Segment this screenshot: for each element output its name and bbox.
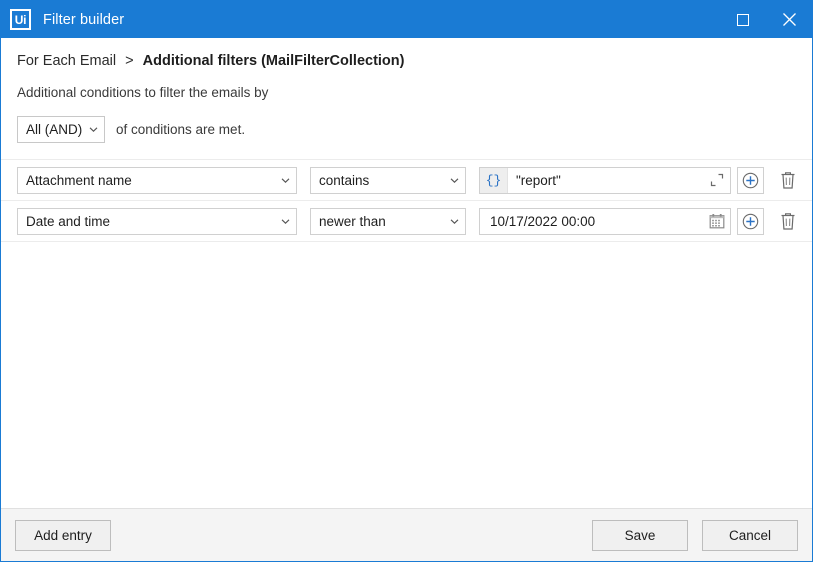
logic-operator-value: All (AND) xyxy=(26,122,83,137)
add-entry-button[interactable]: Add entry xyxy=(15,519,111,551)
condition-value-input[interactable]: {} "report" xyxy=(479,166,731,194)
logic-operator-row: All (AND) of conditions are met. xyxy=(17,116,812,143)
condition-value-input[interactable]: 10/17/2022 00:00 xyxy=(479,207,731,235)
window-title: Filter builder xyxy=(43,11,125,28)
trash-icon xyxy=(781,212,795,230)
condition-field-value: Date and time xyxy=(26,213,111,229)
filter-builder-window: Ui Filter builder For Each Email > Addit… xyxy=(0,0,813,562)
chevron-down-icon xyxy=(450,217,459,226)
condition-row: Attachment name contains {} "report" xyxy=(1,160,812,201)
save-button[interactable]: Save xyxy=(592,519,688,551)
add-condition-button[interactable] xyxy=(737,166,764,194)
logic-operator-caption: of conditions are met. xyxy=(116,122,246,137)
conditions-list: Attachment name contains {} "report" Dat… xyxy=(1,159,812,242)
condition-operator-value: newer than xyxy=(319,213,386,229)
expression-braces-icon: {} xyxy=(480,167,508,193)
delete-condition-button[interactable] xyxy=(773,167,803,194)
condition-field-value: Attachment name xyxy=(26,172,132,188)
condition-value-text: 10/17/2022 00:00 xyxy=(490,213,596,229)
condition-operator-value: contains xyxy=(319,172,370,188)
title-bar-buttons xyxy=(720,1,812,38)
maximize-icon xyxy=(737,13,749,26)
condition-row: Date and time newer than 10/17/2022 00:0… xyxy=(1,201,812,242)
maximize-button[interactable] xyxy=(720,1,766,38)
cancel-button[interactable]: Cancel xyxy=(702,519,798,551)
close-icon xyxy=(782,13,796,26)
chevron-down-icon xyxy=(281,176,290,185)
expand-icon[interactable] xyxy=(704,168,730,193)
breadcrumb-current: Additional filters (MailFilterCollection… xyxy=(142,53,405,69)
dialog-body: For Each Email > Additional filters (Mai… xyxy=(1,38,812,508)
trash-icon xyxy=(781,171,795,189)
close-button[interactable] xyxy=(766,1,812,38)
dialog-footer: Add entry Save Cancel xyxy=(1,508,812,561)
uipath-logo-icon: Ui xyxy=(10,9,31,30)
condition-operator-select[interactable]: newer than xyxy=(310,207,466,235)
condition-value-text: "report" xyxy=(516,172,561,188)
plus-circle-icon xyxy=(742,172,759,188)
delete-condition-button[interactable] xyxy=(773,208,803,235)
breadcrumb: For Each Email > Additional filters (Mai… xyxy=(17,53,812,69)
chevron-down-icon xyxy=(89,125,98,134)
logo-text: Ui xyxy=(14,12,27,27)
chevron-down-icon xyxy=(450,176,459,185)
title-bar: Ui Filter builder xyxy=(1,1,812,38)
logic-operator-select[interactable]: All (AND) xyxy=(17,116,105,143)
condition-field-select[interactable]: Date and time xyxy=(17,207,297,235)
add-condition-button[interactable] xyxy=(737,207,764,235)
plus-circle-icon xyxy=(742,213,759,229)
breadcrumb-root[interactable]: For Each Email xyxy=(17,53,116,69)
condition-operator-select[interactable]: contains xyxy=(310,166,466,194)
breadcrumb-separator: > xyxy=(125,53,134,69)
calendar-icon[interactable] xyxy=(704,209,730,234)
dialog-subtitle: Additional conditions to filter the emai… xyxy=(17,85,269,100)
chevron-down-icon xyxy=(281,217,290,226)
condition-field-select[interactable]: Attachment name xyxy=(17,166,297,194)
